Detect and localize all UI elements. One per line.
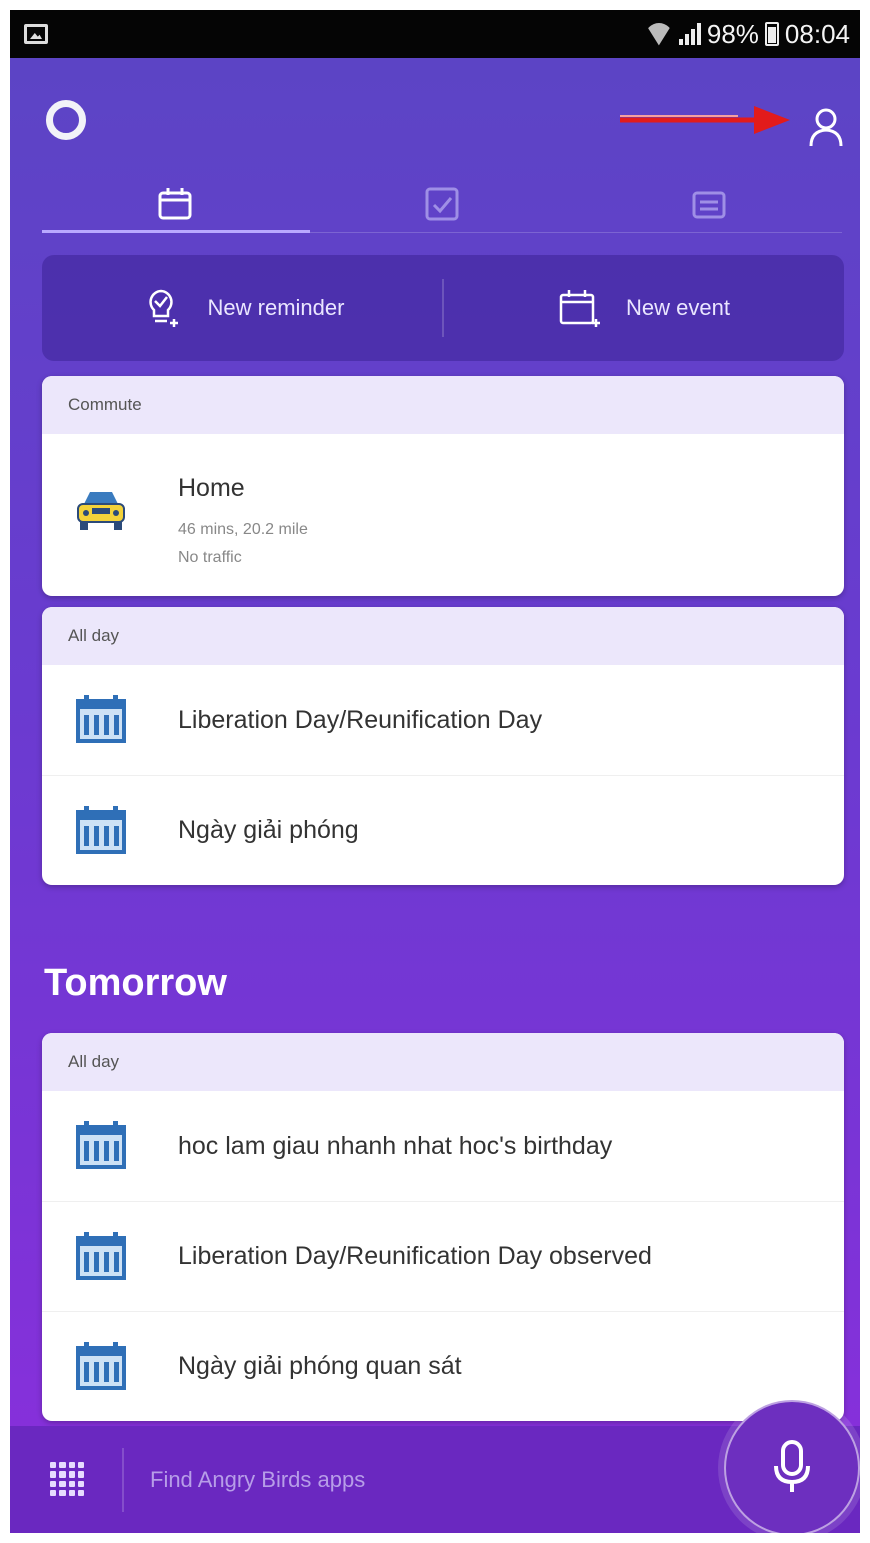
today-events-card: All day Liberation Day/Reunification Day… [42, 607, 844, 885]
event-row[interactable]: hoc lam giau nhanh nhat hoc's birthday [42, 1091, 844, 1201]
gallery-notification-icon [24, 24, 48, 44]
new-reminder-label: New reminder [207, 295, 345, 320]
commute-row[interactable]: Home 46 mins, 20.2 mile No traffic [42, 434, 844, 596]
clock: 08:04 [784, 18, 850, 49]
commute-details: 46 mins, 20.2 mile No traffic [178, 516, 308, 572]
section-title-tomorrow: Tomorrow [44, 962, 227, 1004]
profile-icon[interactable] [808, 106, 844, 148]
commute-card[interactable]: Commute Home 46 mins, 20.2 mile No traff… [42, 376, 844, 596]
tomorrow-events-card: All day hoc lam giau nhanh nhat hoc's bi… [42, 1033, 844, 1421]
status-icons: 98% 08:04 [645, 19, 850, 49]
calendar-icon [76, 805, 126, 854]
calendar-icon [76, 1231, 126, 1280]
card-header: All day [42, 1033, 844, 1091]
tab-calendar[interactable] [42, 175, 308, 233]
event-title: Liberation Day/Reunification Day observe… [178, 1242, 652, 1270]
tab-news[interactable] [576, 175, 842, 233]
wifi-icon [645, 23, 673, 45]
app-grid-icon[interactable] [50, 1462, 84, 1496]
traffic-status: No traffic [178, 549, 242, 566]
microphone-icon [774, 1440, 810, 1492]
active-tab-indicator [42, 230, 310, 233]
calendar-tab-icon [158, 188, 192, 220]
battery-percent: 98% [706, 18, 759, 49]
event-title: hoc lam giau nhanh nhat hoc's birthday [178, 1131, 613, 1160]
new-event-calendar-icon [559, 290, 601, 327]
bottom-bar-divider [122, 1448, 124, 1512]
news-tab-icon [692, 191, 726, 219]
red-arrow-annotation-icon [620, 106, 790, 134]
event-row[interactable]: Ngày giải phóng [42, 775, 844, 885]
calendar-icon [76, 1341, 126, 1390]
event-title: Liberation Day/Reunification Day [178, 705, 543, 734]
reminder-bulb-icon [148, 289, 178, 327]
card-header: Commute [42, 376, 844, 434]
search-input[interactable] [150, 1460, 630, 1500]
cortana-app: 98% 08:04 New reminder New event Commute… [10, 10, 860, 1533]
commute-destination: Home [178, 474, 245, 502]
cortana-logo-icon[interactable] [46, 100, 86, 140]
status-bar: 98% 08:04 [10, 10, 860, 58]
event-row[interactable]: Liberation Day/Reunification Day [42, 665, 844, 775]
event-row[interactable]: Ngày giải phóng quan sát [42, 1311, 844, 1421]
tab-bar [42, 175, 842, 233]
signal-icon [678, 23, 701, 45]
event-row[interactable]: Liberation Day/Reunification Day observe… [42, 1201, 844, 1311]
calendar-icon [76, 695, 126, 743]
tab-tasks[interactable] [309, 175, 575, 233]
battery-icon [764, 22, 779, 46]
new-event-label: New event [626, 295, 730, 320]
calendar-icon [76, 1121, 126, 1169]
car-icon [77, 492, 125, 530]
new-reminder-button[interactable]: New reminder [42, 255, 442, 361]
card-header: All day [42, 607, 844, 665]
event-title: Ngày giải phóng quan sát [178, 1352, 462, 1380]
event-title: Ngày giải phóng [178, 816, 359, 844]
new-event-button[interactable]: New event [444, 255, 844, 361]
quick-actions: New reminder New event [42, 255, 844, 361]
commute-duration: 46 mins, 20.2 mile [178, 521, 308, 538]
checkbox-tab-icon [425, 187, 459, 221]
microphone-button[interactable] [724, 1400, 860, 1533]
